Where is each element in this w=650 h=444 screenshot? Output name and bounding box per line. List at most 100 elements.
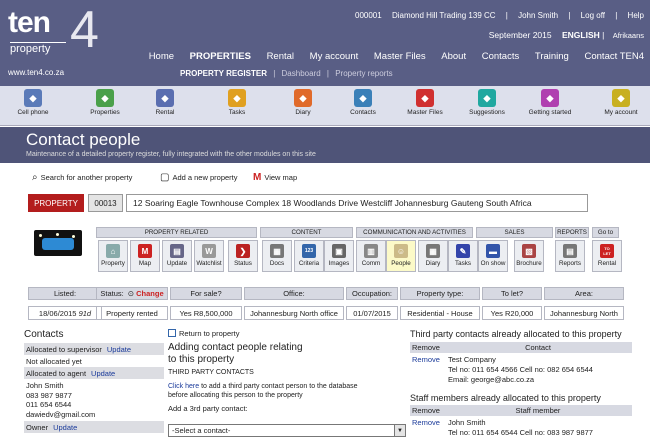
lang-english[interactable]: ENGLISH <box>562 30 600 40</box>
add-property-link[interactable]: ▢ Add a new property <box>160 172 238 183</box>
tab-brochure[interactable]: ▧ Brochure <box>514 240 544 272</box>
select-label: Add a 3rd party contact: <box>168 404 248 413</box>
nav-contacts[interactable]: Contacts <box>482 51 520 62</box>
brochure-icon: ▧ <box>522 244 536 258</box>
lang-afrikaans[interactable]: Afrikaans <box>613 31 644 40</box>
nav-my-account[interactable]: My account <box>310 51 359 62</box>
diary-icon: ▦ <box>426 244 440 258</box>
view-map-link[interactable]: M View map <box>253 172 297 183</box>
info-value-0: 18/06/2015 91d <box>28 306 102 320</box>
help-link[interactable]: Help <box>628 11 644 20</box>
not-allocated-text: Not allocated yet <box>26 356 82 366</box>
logo-ten: ten <box>8 6 51 39</box>
power-icon: ◆ <box>541 89 559 107</box>
third-party-header: Remove Contact <box>410 342 632 353</box>
tab-status[interactable]: ❯ Status <box>228 240 258 272</box>
info-header-6: To let? <box>482 287 542 300</box>
property-address: 12 Soaring Eagle Townhouse Complex 18 Wo… <box>126 194 588 212</box>
info-value-5: Residential - House <box>400 306 480 320</box>
group-go-to: Go to <box>592 227 619 238</box>
subnav-dashboard[interactable]: Dashboard <box>282 69 321 78</box>
update-owner-link[interactable]: Update <box>53 423 77 432</box>
return-link[interactable]: Return to property <box>168 329 408 338</box>
group-sales: SALES <box>476 227 553 238</box>
supervisor-row: Allocated to supervisor Update <box>24 343 164 355</box>
property-thumbnail[interactable] <box>34 230 82 256</box>
tab-rental[interactable]: TO LET Rental <box>592 240 622 272</box>
tab-diary[interactable]: ▦ Diary <box>418 240 448 272</box>
nav-home[interactable]: Home <box>149 51 174 62</box>
toolbar-properties[interactable]: ◆ Properties <box>80 89 130 116</box>
remove-staff-link[interactable]: Remove <box>410 418 448 438</box>
nav-contact-ten4[interactable]: Contact TEN4 <box>585 51 645 62</box>
reports-icon: ▤ <box>563 244 577 258</box>
nav-properties[interactable]: PROPERTIES <box>190 51 251 62</box>
toolbar-suggestions[interactable]: ◆ Suggestions <box>462 89 512 116</box>
tab-update[interactable]: ▤ Update <box>162 240 192 272</box>
tab-map[interactable]: M Map <box>130 240 160 272</box>
header: ten 4 property www.ten4.co.za 000001 Dia… <box>0 0 650 86</box>
document-icon: ▢ <box>160 172 170 183</box>
tab-property[interactable]: ⌂ Property <box>98 240 128 272</box>
agent-tel2: 011 654 6544 <box>26 400 72 409</box>
toolbar-contacts[interactable]: ◆ Contacts <box>338 89 388 116</box>
toolbar-master-files[interactable]: ◆ Master Files <box>400 89 450 116</box>
rental-icon: ◆ <box>156 89 174 107</box>
group-content: CONTENT <box>260 227 353 238</box>
contacts-title: Contacts <box>24 329 64 340</box>
staff-title: Staff members already allocated to this … <box>410 393 601 403</box>
tab-docs[interactable]: ▦ Docs <box>262 240 292 272</box>
toolbar-rental[interactable]: ◆ Rental <box>140 89 190 116</box>
comm-icon: ▥ <box>364 244 378 258</box>
property-icon: ⌂ <box>106 244 120 258</box>
tab-tasks[interactable]: ✎ Tasks <box>448 240 478 272</box>
map-icon: M <box>253 172 262 183</box>
toolbar-diary[interactable]: ◆ Diary <box>278 89 328 116</box>
update-supervisor-link[interactable]: Update <box>107 345 131 354</box>
contact-select[interactable]: -Select a contact- ▼ <box>168 424 406 437</box>
click-here-link[interactable]: Click here <box>168 383 199 390</box>
tab-criteria[interactable]: 123 Criteria <box>294 240 324 272</box>
contacts-panel: Contacts Allocated to supervisor Update N… <box>24 329 164 433</box>
owner-row: Owner Update <box>24 421 164 433</box>
toolbar-cell-phone[interactable]: ◆ Cell phone <box>8 89 58 116</box>
subnav-property-register[interactable]: PROPERTY REGISTER <box>180 69 267 78</box>
tab-on-show[interactable]: ▬ On show <box>478 240 508 272</box>
nav-about[interactable]: About <box>441 51 466 62</box>
logoff-link[interactable]: Log off <box>581 11 605 20</box>
agent-tel1: 083 987 9877 <box>26 390 72 400</box>
toolbar-tasks[interactable]: ◆ Tasks <box>212 89 262 116</box>
nav-training[interactable]: Training <box>535 51 569 62</box>
status-change-link[interactable]: ⊙ Change <box>128 289 164 298</box>
agent-row: Allocated to agent Update <box>24 367 164 379</box>
date-lang-bar: September 2015 ENGLISH | Afrikaans <box>488 30 644 40</box>
property-tag: PROPERTY <box>28 194 84 212</box>
pool-image <box>42 238 74 250</box>
update-agent-link[interactable]: Update <box>91 369 115 378</box>
info-header-3: Office: <box>244 287 344 300</box>
add-contact-panel: Return to property Adding contact people… <box>168 329 408 413</box>
status-icon: ❯ <box>236 244 250 258</box>
tab-comm[interactable]: ▥ Comm <box>356 240 386 272</box>
tab-people[interactable]: ☺ People <box>386 240 416 272</box>
tasks-icon: ✎ <box>456 244 470 258</box>
tab-watchlist[interactable]: W Watchlist <box>194 240 224 272</box>
subnav-property-reports[interactable]: Property reports <box>335 69 392 78</box>
group-property-related: PROPERTY RELATED <box>96 227 257 238</box>
allocated-panel: Third party contacts already allocated t… <box>410 329 632 438</box>
tab-reports[interactable]: ▤ Reports <box>555 240 585 272</box>
tab-images[interactable]: ▣ Images <box>324 240 354 272</box>
update-icon: ▤ <box>170 244 184 258</box>
search-property-link[interactable]: ⌕ Search for another property <box>32 172 132 183</box>
click-here-text: Click here to add a third party contact … <box>168 383 358 399</box>
toolbar-my-account[interactable]: ◆ My account <box>596 89 646 116</box>
user-name: John Smith <box>518 11 559 20</box>
nav-master-files[interactable]: Master Files <box>374 51 426 62</box>
nav-rental[interactable]: Rental <box>267 51 294 62</box>
toolbar-getting-started[interactable]: ◆ Getting started <box>525 89 575 116</box>
remove-third-party-link[interactable]: Remove <box>410 355 448 385</box>
module-toolbar: ◆ Cell phone ◆ Properties ◆ Rental ◆ Tasks ◆ Diar… <box>0 86 650 126</box>
pin-icon: ◆ <box>228 89 246 107</box>
criteria-icon: 123 <box>302 244 316 258</box>
chevron-down-icon: ▼ <box>394 425 405 436</box>
